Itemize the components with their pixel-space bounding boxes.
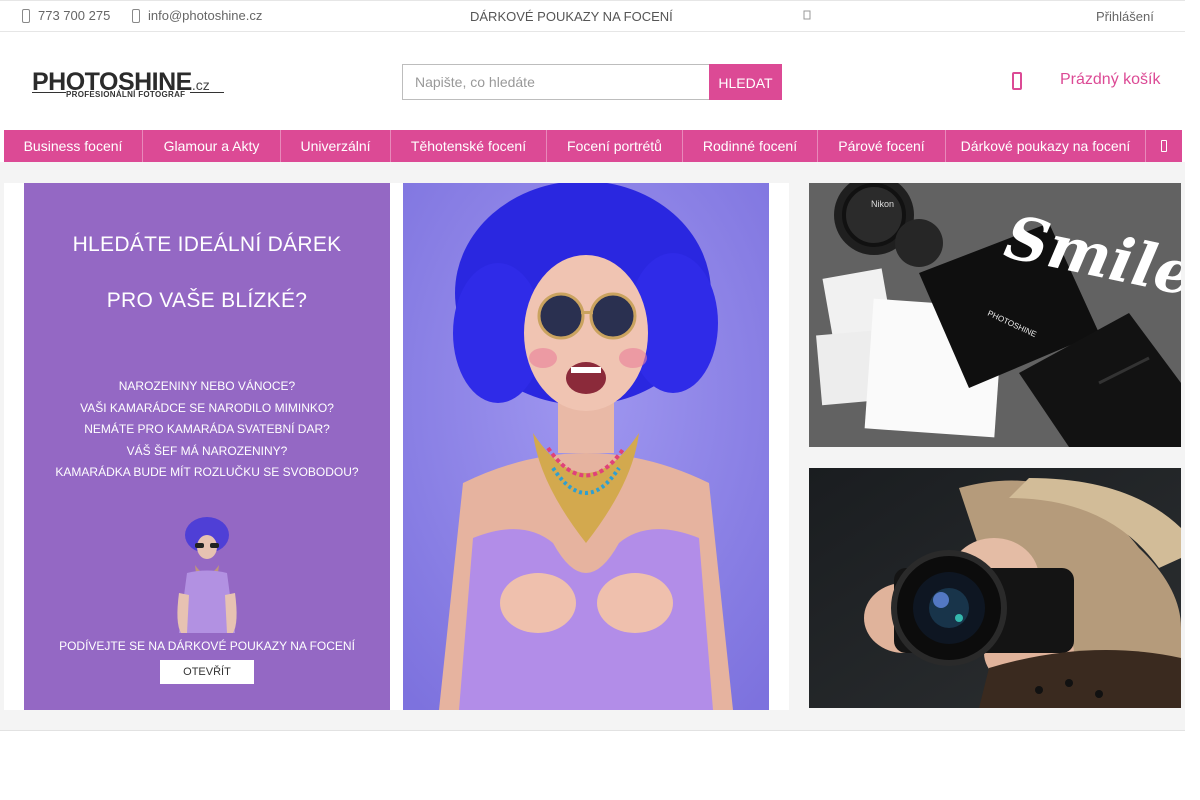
logo-rule-right: [190, 92, 224, 93]
phone-icon: [22, 8, 30, 23]
email-contact[interactable]: info@photoshine.cz: [132, 8, 262, 23]
banner-cta-text: PODÍVEJTE SE NA DÁRKOVÉ POUKAZY NA FOCEN…: [59, 639, 355, 653]
banner-heading-1: HLEDÁTE IDEÁLNÍ DÁREK: [72, 233, 342, 256]
cart-label[interactable]: Prázdný košík: [1060, 71, 1160, 89]
top-bar: 773 700 275 info@photoshine.cz DÁRKOVÉ P…: [0, 0, 1185, 32]
promo-panel[interactable]: HLEDÁTE IDEÁLNÍ DÁREK PRO VAŠE BLÍZKÉ? N…: [24, 183, 390, 710]
photographer-image[interactable]: [809, 468, 1181, 708]
site-logo[interactable]: PHOTOSHINE.cz PROFESIONÁLNÍ FOTOGRAF: [32, 70, 224, 102]
banner-question: NEMÁTE PRO KAMARÁDA SVATEBNÍ DAR?: [84, 422, 330, 436]
model-photo-image: [403, 183, 769, 710]
mail-icon: [132, 8, 140, 23]
phone-contact[interactable]: 773 700 275: [22, 8, 110, 23]
cart-icon[interactable]: [1012, 72, 1022, 90]
cart[interactable]: Prázdný košík: [1012, 70, 1160, 90]
nav-item-portrety[interactable]: Focení portrétů: [547, 130, 683, 162]
login-link[interactable]: Přihlášení: [1096, 9, 1154, 24]
nav-item-parove[interactable]: Párové focení: [818, 130, 946, 162]
search-form: HLEDAT: [402, 64, 782, 100]
nav-item-business[interactable]: Business focení: [4, 130, 143, 162]
nav-item-rodinne[interactable]: Rodinné focení: [683, 130, 818, 162]
logo-rule-left: [32, 92, 66, 93]
nav-item-glamour[interactable]: Glamour a Akty: [143, 130, 281, 162]
banner-question: KAMARÁDKA BUDE MÍT ROZLUČKU SE SVOBODOU?: [55, 465, 359, 479]
phone-number[interactable]: 773 700 275: [38, 8, 110, 23]
nav-more-button[interactable]: [1146, 130, 1182, 162]
promo-link[interactable]: DÁRKOVÉ POUKAZY NA FOCENÍ: [470, 9, 673, 24]
photo-equipment-image[interactable]: Nikon PHOTOSHINE Smile: [809, 183, 1181, 447]
search-button[interactable]: HLEDAT: [709, 64, 782, 100]
banner-heading-2: PRO VAŠE BLÍZKÉ?: [106, 289, 308, 312]
promo-model-photo[interactable]: [403, 183, 769, 710]
chevron-down-icon[interactable]: [803, 10, 811, 20]
banner-thumbnail-image: [177, 517, 237, 633]
nav-item-univerzalni[interactable]: Univerzální: [281, 130, 391, 162]
equipment-photo: Nikon PHOTOSHINE Smile: [809, 183, 1181, 447]
photographer-photo: [809, 468, 1181, 708]
nav-item-poukazy[interactable]: Dárkové poukazy na focení: [946, 130, 1146, 162]
banner-question: NAROZENINY NEBO VÁNOCE?: [118, 379, 296, 393]
lens-brand-text: Nikon: [871, 199, 894, 209]
menu-more-icon: [1161, 140, 1167, 152]
search-input[interactable]: [402, 64, 709, 100]
email-address[interactable]: info@photoshine.cz: [148, 8, 262, 23]
open-button[interactable]: OTEVŘÍT: [160, 660, 254, 684]
banner-question: VAŠI KAMARÁDCE SE NARODILO MIMINKO?: [80, 401, 334, 415]
banner-question: VÁŠ ŠEF MÁ NAROZENINY?: [126, 444, 288, 458]
main-navigation: Business focení Glamour a Akty Univerzál…: [4, 130, 1182, 162]
logo-tagline: PROFESIONÁLNÍ FOTOGRAF: [66, 90, 186, 99]
nav-item-tehotenske[interactable]: Těhotenské focení: [391, 130, 547, 162]
